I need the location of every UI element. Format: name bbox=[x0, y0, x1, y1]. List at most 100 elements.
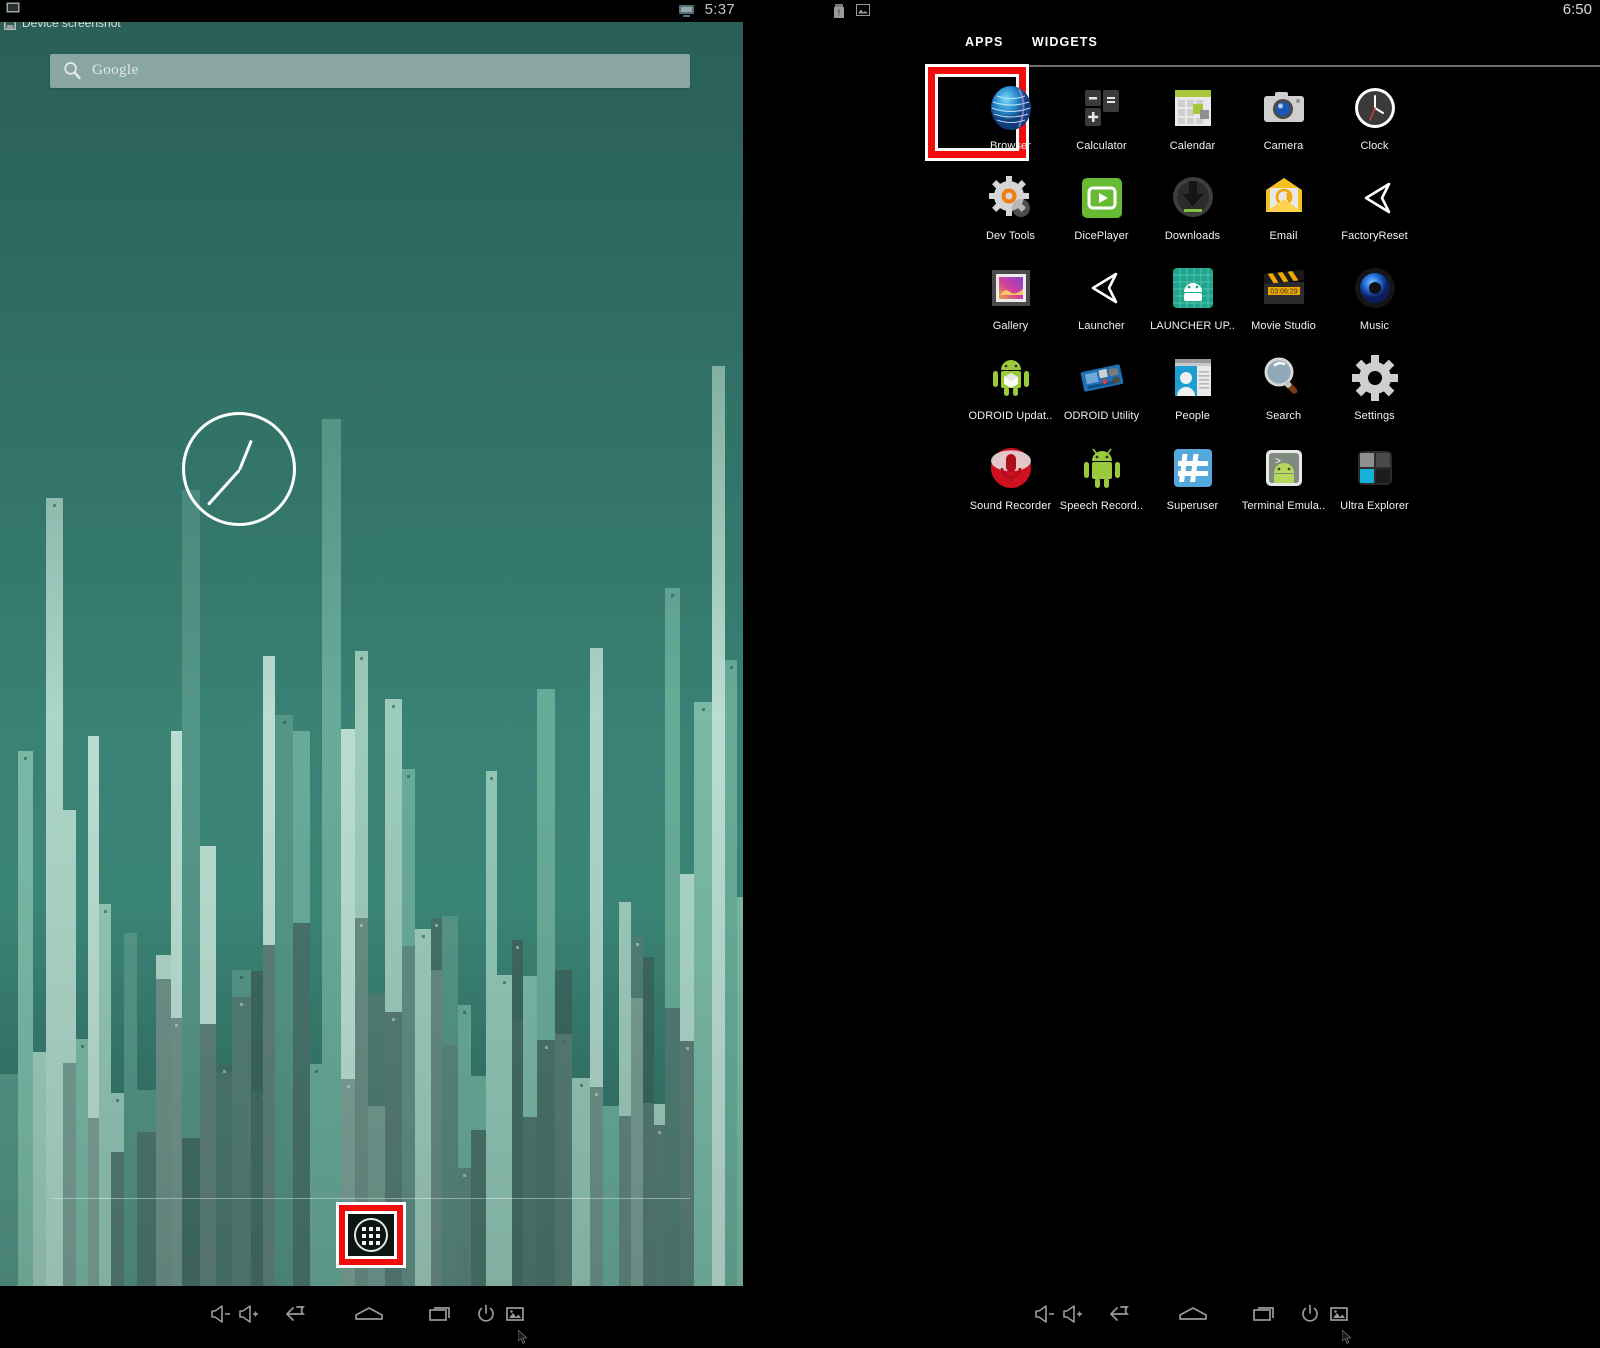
recents-icon[interactable] bbox=[1252, 1304, 1276, 1324]
app-item-odroid-utility[interactable]: ODROID Utility bbox=[1056, 340, 1147, 430]
left-status-time: 5:37 bbox=[704, 1, 735, 18]
app-item-people[interactable]: People bbox=[1147, 340, 1238, 430]
home-icon[interactable] bbox=[354, 1304, 384, 1324]
back-icon[interactable] bbox=[285, 1304, 311, 1324]
app-item-sound-recorder[interactable]: Sound Recorder bbox=[965, 430, 1056, 520]
google-search-widget[interactable]: Google bbox=[50, 54, 690, 88]
app-label: Search bbox=[1265, 410, 1302, 422]
gallery-photo-icon bbox=[985, 262, 1037, 314]
app-item-clock[interactable]: Clock bbox=[1329, 70, 1420, 160]
app-item-diceplayer[interactable]: DicePlayer bbox=[1056, 160, 1147, 250]
app-label: Superuser bbox=[1166, 500, 1219, 512]
app-item-speech-recorder[interactable]: Speech Record.. bbox=[1056, 430, 1147, 520]
wallpaper-gradient-veil bbox=[0, 20, 743, 1286]
app-row: ODROID Updat.. ODROID Utility People Sea… bbox=[965, 340, 1600, 430]
app-label: Music bbox=[1359, 320, 1390, 332]
app-item-downloads[interactable]: Downloads bbox=[1147, 160, 1238, 250]
recents-icon[interactable] bbox=[428, 1304, 452, 1324]
app-item-dev-tools[interactable]: Dev Tools bbox=[965, 160, 1056, 250]
tab-widgets[interactable]: WIDGETS bbox=[1032, 35, 1098, 54]
clock-minute-hand bbox=[206, 468, 241, 506]
back-icon[interactable] bbox=[1109, 1304, 1135, 1324]
notification-shade-peek: Device screenshot bbox=[0, 20, 743, 34]
app-item-terminal-emulator[interactable]: >_ Terminal Emula.. bbox=[1238, 430, 1329, 520]
app-label: ODROID Updat.. bbox=[968, 410, 1053, 422]
app-item-factoryreset[interactable]: FactoryReset bbox=[1329, 160, 1420, 250]
left-status-bar: 5:37 bbox=[0, 0, 743, 22]
browser-globe-icon bbox=[985, 82, 1037, 134]
right-navigation-bar bbox=[743, 1286, 1600, 1348]
app-item-calculator[interactable]: Calculator bbox=[1056, 70, 1147, 160]
magnifier-icon bbox=[1258, 352, 1310, 404]
hotseat-divider bbox=[52, 1198, 690, 1199]
circuit-board-icon bbox=[1076, 352, 1128, 404]
google-search-placeholder: Google bbox=[92, 62, 139, 78]
download-arrow-icon bbox=[1167, 172, 1219, 224]
app-item-launcher-up[interactable]: LAUNCHER UP.. bbox=[1147, 250, 1238, 340]
app-item-launcher[interactable]: Launcher bbox=[1056, 250, 1147, 340]
volume-down-icon[interactable] bbox=[1034, 1304, 1056, 1324]
app-label: FactoryReset bbox=[1341, 230, 1408, 242]
unity-icon bbox=[1349, 172, 1401, 224]
screenshot-root: 5:37 Device screenshot Google ! 6:50 APP… bbox=[0, 0, 1600, 1348]
analog-clock-widget[interactable] bbox=[182, 412, 296, 526]
right-device-app-drawer: ! 6:50 APPS WIDGETS Browser Calculator C… bbox=[743, 0, 1600, 1348]
tab-apps[interactable]: APPS bbox=[951, 35, 1018, 75]
app-label: Settings bbox=[1354, 410, 1395, 422]
app-label: Ultra Explorer bbox=[1340, 500, 1409, 512]
svg-text:!: ! bbox=[838, 9, 840, 18]
app-item-superuser[interactable]: Superuser bbox=[1147, 430, 1238, 520]
usb-debug-icon: ! bbox=[834, 4, 844, 18]
app-label: Email bbox=[1269, 230, 1298, 242]
app-label: Browser bbox=[989, 140, 1032, 152]
app-label: Sound Recorder bbox=[969, 500, 1052, 512]
app-item-music[interactable]: Music bbox=[1329, 250, 1420, 340]
hash-blue-icon bbox=[1167, 442, 1219, 494]
app-item-browser[interactable]: Browser bbox=[925, 64, 1056, 161]
screenshot-icon bbox=[856, 4, 870, 16]
drawer-tab-bar: APPS WIDGETS bbox=[951, 33, 1122, 75]
android-robot-icon bbox=[1076, 442, 1128, 494]
power-icon[interactable] bbox=[476, 1304, 496, 1324]
calendar-icon bbox=[1167, 82, 1219, 134]
clock-hour-hand bbox=[238, 439, 253, 471]
app-label: Terminal Emula.. bbox=[1241, 500, 1326, 512]
screenshot-icon[interactable] bbox=[1329, 1304, 1349, 1324]
app-item-odroid-updater[interactable]: ODROID Updat.. bbox=[965, 340, 1056, 430]
app-item-search[interactable]: Search bbox=[1238, 340, 1329, 430]
app-row: Gallery Launcher LAUNCHER UP.. 03:06:29 … bbox=[965, 250, 1600, 340]
volume-down-icon[interactable] bbox=[210, 1304, 232, 1324]
music-speaker-icon bbox=[1349, 262, 1401, 314]
app-label: Calendar bbox=[1169, 140, 1216, 152]
volume-up-icon[interactable] bbox=[1062, 1304, 1084, 1324]
four-panes-icon bbox=[1349, 442, 1401, 494]
app-row: Dev Tools DicePlayer Downloads Email Fac… bbox=[965, 160, 1600, 250]
app-label: Movie Studio bbox=[1251, 320, 1316, 332]
settings-gear-icon bbox=[1349, 352, 1401, 404]
app-item-settings[interactable]: Settings bbox=[1329, 340, 1420, 430]
app-label: People bbox=[1175, 410, 1210, 422]
app-item-movie-studio[interactable]: 03:06:29 Movie Studio bbox=[1238, 250, 1329, 340]
app-item-ultra-explorer[interactable]: Ultra Explorer bbox=[1329, 430, 1420, 520]
app-label: DicePlayer bbox=[1074, 230, 1129, 242]
notification-screenshot-icon bbox=[6, 2, 20, 13]
unity-icon bbox=[1076, 262, 1128, 314]
gear-orange-icon bbox=[985, 172, 1037, 224]
app-item-calendar[interactable]: Calendar bbox=[1147, 70, 1238, 160]
app-item-gallery[interactable]: Gallery bbox=[965, 250, 1056, 340]
app-row: Sound Recorder Speech Record.. Superuser… bbox=[965, 430, 1600, 520]
app-label: Camera bbox=[1263, 140, 1304, 152]
microphone-red-icon bbox=[985, 442, 1037, 494]
home-wallpaper bbox=[0, 20, 743, 1286]
app-item-email[interactable]: Email bbox=[1238, 160, 1329, 250]
mouse-cursor bbox=[518, 1330, 527, 1344]
right-status-bar: ! 6:50 bbox=[743, 0, 1600, 22]
screenshot-icon[interactable] bbox=[505, 1304, 525, 1324]
volume-up-icon[interactable] bbox=[238, 1304, 260, 1324]
all-apps-button[interactable] bbox=[336, 1202, 406, 1268]
home-icon[interactable] bbox=[1178, 1304, 1208, 1324]
power-icon[interactable] bbox=[1300, 1304, 1320, 1324]
android-box-icon bbox=[985, 352, 1037, 404]
app-item-camera[interactable]: Camera bbox=[1238, 70, 1329, 160]
app-label: ODROID Utility bbox=[1063, 410, 1140, 422]
